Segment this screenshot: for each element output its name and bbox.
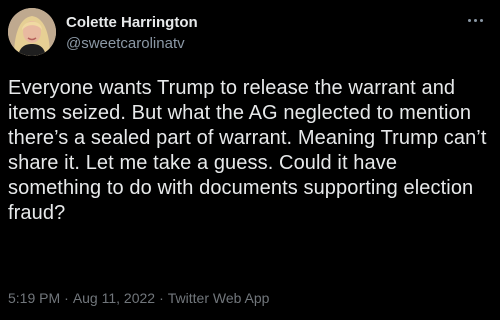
meta-separator: ·	[64, 290, 69, 306]
tweet-text: Everyone wants Trump to release the warr…	[8, 77, 487, 224]
tweet-source[interactable]: Twitter Web App	[168, 290, 270, 306]
more-options-icon[interactable]	[464, 8, 488, 32]
dot	[480, 19, 483, 22]
tweet-date[interactable]: Aug 11, 2022	[73, 290, 155, 306]
user-handle[interactable]: @sweetcarolinatv	[66, 35, 185, 52]
dot	[468, 19, 471, 22]
tweet-card: Colette Harrington @sweetcarolinatv Ever…	[0, 0, 500, 320]
tweet-meta: 5:19 PM · Aug 11, 2022 · Twitter Web App	[8, 290, 269, 306]
tweet-time[interactable]: 5:19 PM	[8, 290, 60, 306]
meta-separator: ·	[159, 290, 164, 306]
avatar[interactable]	[8, 8, 56, 56]
display-name[interactable]: Colette Harrington	[66, 14, 198, 31]
profile-photo-icon	[8, 8, 56, 56]
dot	[474, 19, 477, 22]
